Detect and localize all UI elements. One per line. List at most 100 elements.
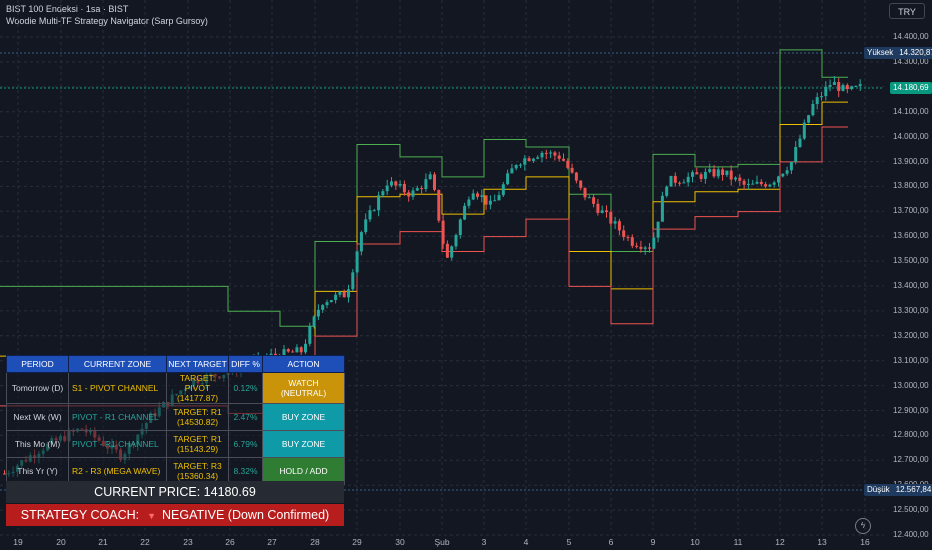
candle-body — [424, 179, 428, 190]
candle-body — [471, 193, 475, 200]
candle-body — [699, 174, 703, 179]
target-label: TARGET: PIVOT — [179, 373, 216, 393]
target-label: TARGET: R1 — [173, 407, 222, 417]
price-tick-label: 13.600,00 — [893, 231, 929, 241]
time-tick-label: 13 — [817, 537, 827, 547]
candle-body — [385, 185, 389, 192]
candle-body — [592, 197, 596, 204]
candle-body — [540, 152, 544, 158]
candle-body — [600, 210, 604, 213]
candle-body — [527, 158, 531, 161]
time-tick-label: 9 — [650, 537, 656, 547]
time-tick-label: 26 — [225, 537, 235, 547]
last-price-tag: 14.180,69 — [890, 82, 932, 94]
candle-body — [506, 173, 510, 185]
low-price-tag: Düşük 12.567,84 — [864, 484, 932, 496]
candle-body — [729, 170, 733, 180]
candle-body — [630, 237, 634, 246]
candle-body — [381, 191, 385, 196]
table-row: Next Wk (W) PIVOT - R1 CHANNEL TARGET: R1(… — [6, 403, 345, 431]
candle-body — [420, 188, 424, 190]
candle-body — [703, 171, 707, 179]
target-label: TARGET: R3 — [173, 461, 222, 471]
candle-body — [476, 193, 479, 197]
coach-status: NEGATIVE (Down Confirmed) — [162, 508, 330, 522]
candle-body — [441, 220, 445, 244]
price-tick-label: 12.800,00 — [893, 430, 929, 440]
period-cell: Tomorrow (D) — [6, 372, 69, 404]
candle-body — [549, 152, 553, 154]
candle-body — [342, 291, 346, 298]
candle-body — [501, 184, 505, 196]
candle-body — [566, 160, 570, 168]
header-action: ACTION — [262, 355, 345, 373]
low-value: 12.567,84 — [895, 485, 932, 494]
period-cell: Next Wk (W) — [6, 403, 69, 431]
time-tick-label: 11 — [733, 537, 743, 547]
candle-body — [338, 291, 342, 295]
candle-body — [617, 221, 621, 231]
price-tick-label: 13.400,00 — [893, 281, 929, 290]
candle-body — [316, 309, 320, 317]
candle-body — [295, 347, 299, 353]
price-tick-label: 12.500,00 — [893, 505, 929, 515]
candle-body — [768, 184, 772, 187]
candle-body — [467, 199, 471, 206]
candle-body — [583, 187, 587, 198]
price-tick-label: 14.100,00 — [893, 106, 929, 116]
candle-body — [304, 343, 307, 353]
candle-body — [570, 167, 574, 173]
candle-body — [394, 181, 398, 186]
candle-body — [777, 176, 780, 183]
candle-body — [764, 184, 768, 187]
candle-body — [574, 172, 578, 181]
candle-body — [544, 152, 548, 154]
candle-body — [742, 180, 746, 185]
candle-body — [678, 182, 682, 184]
high-value: 14.320,87 — [899, 48, 932, 57]
action-cell: BUY ZONE — [262, 403, 345, 431]
diff-cell: 6.79% — [228, 430, 263, 458]
candle-body — [854, 86, 858, 88]
price-tick-label: 12.700,00 — [893, 455, 929, 465]
time-tick-label: 29 — [352, 537, 362, 547]
candle-body — [755, 181, 759, 184]
candle-body — [807, 115, 811, 123]
candle-body — [445, 243, 449, 258]
price-tick-label: 13.300,00 — [893, 305, 929, 315]
candle-body — [312, 316, 316, 327]
candle-body — [411, 190, 415, 197]
high-price-tag: Yüksek 14.320,87 — [864, 47, 932, 59]
candle-body — [428, 174, 432, 180]
price-tick-label: 13.900,00 — [893, 156, 929, 166]
candle-body — [759, 181, 763, 185]
header-period: PERIOD — [6, 355, 69, 373]
price-tick-label: 13.200,00 — [893, 330, 929, 340]
candle-body — [734, 177, 737, 180]
target-label: TARGET: R1 — [173, 434, 222, 444]
price-tick-label: 14.400,00 — [893, 32, 929, 41]
candle-body — [368, 210, 372, 220]
candle-body — [514, 164, 518, 169]
candle-body — [772, 182, 776, 185]
candle-body — [329, 300, 333, 303]
diff-cell: 2.47% — [228, 403, 263, 431]
candle-body — [626, 237, 630, 239]
candle-body — [622, 230, 626, 238]
candle-body — [458, 219, 462, 235]
candle-body — [613, 221, 617, 224]
time-tick-label: 30 — [395, 537, 405, 547]
candle-body — [824, 86, 828, 97]
candle-body — [794, 146, 798, 162]
candle-body — [845, 85, 849, 90]
candle-body — [716, 169, 720, 177]
candle-body — [751, 183, 755, 185]
candle-body — [390, 181, 393, 186]
coach-label: STRATEGY COACH: — [20, 508, 140, 522]
time-tick-label: 27 — [267, 537, 277, 547]
candle-body — [334, 294, 338, 301]
candle-body — [308, 326, 312, 344]
bolt-icon[interactable]: ϟ — [855, 518, 871, 534]
candle-body — [536, 157, 540, 159]
candle-body — [837, 82, 841, 92]
